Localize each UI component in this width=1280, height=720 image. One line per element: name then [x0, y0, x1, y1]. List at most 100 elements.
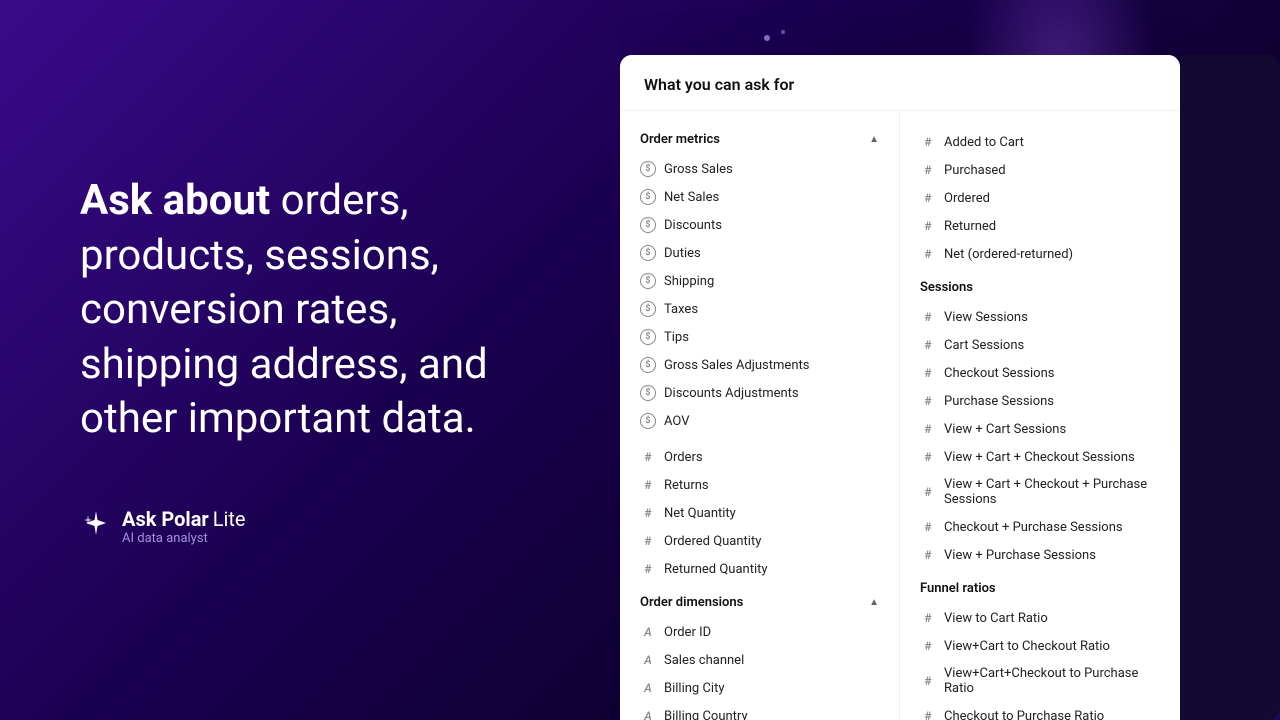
section-label-funnel-ratios: Funnel ratios: [920, 581, 996, 596]
item-gross-sales-adj: Gross Sales Adjustments: [664, 358, 809, 373]
brand-icon: [80, 507, 112, 546]
brand-logo: Ask Polar Lite AI data analyst: [80, 507, 540, 546]
list-item[interactable]: # View to Cart Ratio: [900, 604, 1180, 632]
hash-icon: #: [920, 218, 936, 234]
item-view-cart-checkout-purchase-sessions: View + Cart + Checkout + Purchase Sessio…: [944, 477, 1160, 507]
hash-icon: #: [920, 673, 936, 689]
item-orders: Orders: [664, 450, 703, 465]
list-item[interactable]: # View+Cart to Checkout Ratio: [900, 632, 1180, 660]
list-item[interactable]: A Billing City: [620, 674, 899, 702]
hero-text: Ask about orders, products, sessions, co…: [80, 174, 540, 447]
list-item[interactable]: # View + Cart + Checkout + Purchase Sess…: [900, 471, 1180, 513]
item-view-to-cart-ratio: View to Cart Ratio: [944, 611, 1048, 626]
item-duties: Duties: [664, 246, 701, 261]
item-checkout-purchase-ratio: Checkout to Purchase Ratio: [944, 709, 1104, 720]
chevron-up-icon: ▲: [869, 597, 879, 608]
hash-icon: #: [920, 134, 936, 150]
columns-wrap: Order metrics ▲ $ Gross Sales $ Net Sale…: [620, 112, 1180, 720]
list-item[interactable]: # View + Purchase Sessions: [900, 541, 1180, 569]
hash-icon: #: [640, 505, 656, 521]
item-discounts-adj: Discounts Adjustments: [664, 386, 799, 401]
list-item[interactable]: # Net Quantity: [620, 499, 899, 527]
item-billing-city: Billing City: [664, 681, 724, 696]
list-item[interactable]: # Ordered Quantity: [620, 527, 899, 555]
hash-icon: #: [920, 519, 936, 535]
hash-icon: #: [640, 449, 656, 465]
list-item[interactable]: $ Taxes: [620, 295, 899, 323]
list-item[interactable]: # Purchase Sessions: [900, 387, 1180, 415]
list-item[interactable]: # Returned Quantity: [620, 555, 899, 583]
list-item[interactable]: # View + Cart + Checkout Sessions: [900, 443, 1180, 471]
list-item[interactable]: $ Gross Sales Adjustments: [620, 351, 899, 379]
item-shipping: Shipping: [664, 274, 714, 289]
section-header-order-metrics[interactable]: Order metrics ▲: [620, 120, 899, 155]
list-item[interactable]: A Sales channel: [620, 646, 899, 674]
a-icon: A: [640, 624, 656, 640]
list-item[interactable]: # View+Cart+Checkout to Purchase Ratio: [900, 660, 1180, 702]
list-item[interactable]: # Checkout + Purchase Sessions: [900, 513, 1180, 541]
brand-name-bold: Ask Polar: [122, 507, 209, 531]
hash-icon: #: [920, 547, 936, 563]
dollar-icon: $: [640, 189, 656, 205]
list-item[interactable]: $ AOV: [620, 407, 899, 435]
panel-title: What you can ask for: [620, 55, 1180, 111]
brand-text: Ask Polar Lite AI data analyst: [122, 507, 246, 546]
item-purchased: Purchased: [944, 163, 1006, 178]
list-item[interactable]: # Purchased: [900, 156, 1180, 184]
hash-icon: #: [920, 337, 936, 353]
list-item[interactable]: $ Tips: [620, 323, 899, 351]
item-checkout-purchase-sessions: Checkout + Purchase Sessions: [944, 520, 1123, 535]
left-column[interactable]: Order metrics ▲ $ Gross Sales $ Net Sale…: [620, 112, 900, 720]
hash-icon: #: [920, 190, 936, 206]
list-item[interactable]: # Orders: [620, 443, 899, 471]
list-item[interactable]: $ Discounts Adjustments: [620, 379, 899, 407]
list-item[interactable]: # View Sessions: [900, 303, 1180, 331]
section-header-order-dimensions[interactable]: Order dimensions ▲: [620, 583, 899, 618]
list-item[interactable]: A Billing Country: [620, 702, 899, 720]
list-item[interactable]: $ Discounts: [620, 211, 899, 239]
item-view-cart-checkout-sessions: View + Cart + Checkout Sessions: [944, 450, 1135, 465]
list-item[interactable]: # Checkout to Purchase Ratio: [900, 702, 1180, 720]
list-item[interactable]: $ Duties: [620, 239, 899, 267]
item-gross-sales: Gross Sales: [664, 162, 733, 177]
list-item[interactable]: $ Gross Sales: [620, 155, 899, 183]
list-item[interactable]: # Net (ordered-returned): [900, 240, 1180, 268]
item-view-cart-checkout-purchase-ratio: View+Cart+Checkout to Purchase Ratio: [944, 666, 1160, 696]
brand-subtitle: AI data analyst: [122, 531, 246, 546]
hash-icon: #: [920, 638, 936, 654]
right-column[interactable]: # Added to Cart # Purchased # Ordered # …: [900, 112, 1180, 720]
item-net-ordered-returned: Net (ordered-returned): [944, 247, 1073, 262]
list-item[interactable]: # Returns: [620, 471, 899, 499]
item-tips: Tips: [664, 330, 689, 345]
item-checkout-sessions: Checkout Sessions: [944, 366, 1054, 381]
list-item[interactable]: # Added to Cart: [900, 128, 1180, 156]
list-item[interactable]: $ Net Sales: [620, 183, 899, 211]
hash-icon: #: [920, 421, 936, 437]
hash-icon: #: [920, 365, 936, 381]
list-item[interactable]: # View + Cart Sessions: [900, 415, 1180, 443]
item-sales-channel: Sales channel: [664, 653, 744, 668]
dollar-icon: $: [640, 273, 656, 289]
item-returned-quantity: Returned Quantity: [664, 562, 768, 577]
hero-bold: Ask about: [80, 176, 270, 225]
list-item[interactable]: # Returned: [900, 212, 1180, 240]
list-item[interactable]: # Ordered: [900, 184, 1180, 212]
item-view-cart-checkout-ratio: View+Cart to Checkout Ratio: [944, 639, 1110, 654]
hash-icon: #: [920, 393, 936, 409]
item-view-sessions: View Sessions: [944, 310, 1028, 325]
list-item[interactable]: $ Shipping: [620, 267, 899, 295]
list-item[interactable]: # Checkout Sessions: [900, 359, 1180, 387]
panel-container: What you can ask for Order metrics ▲ $ G…: [620, 0, 1280, 720]
item-returns: Returns: [664, 478, 709, 493]
item-cart-sessions: Cart Sessions: [944, 338, 1024, 353]
chevron-up-icon: ▲: [869, 134, 879, 145]
item-view-cart-sessions: View + Cart Sessions: [944, 422, 1066, 437]
dollar-icon: $: [640, 161, 656, 177]
item-aov: AOV: [664, 414, 690, 429]
dollar-icon: $: [640, 301, 656, 317]
hash-icon: #: [920, 162, 936, 178]
list-item[interactable]: # Cart Sessions: [900, 331, 1180, 359]
what-you-can-ask-panel: What you can ask for Order metrics ▲ $ G…: [620, 55, 1180, 720]
list-item[interactable]: A Order ID: [620, 618, 899, 646]
section-label-sessions: Sessions: [920, 280, 973, 295]
